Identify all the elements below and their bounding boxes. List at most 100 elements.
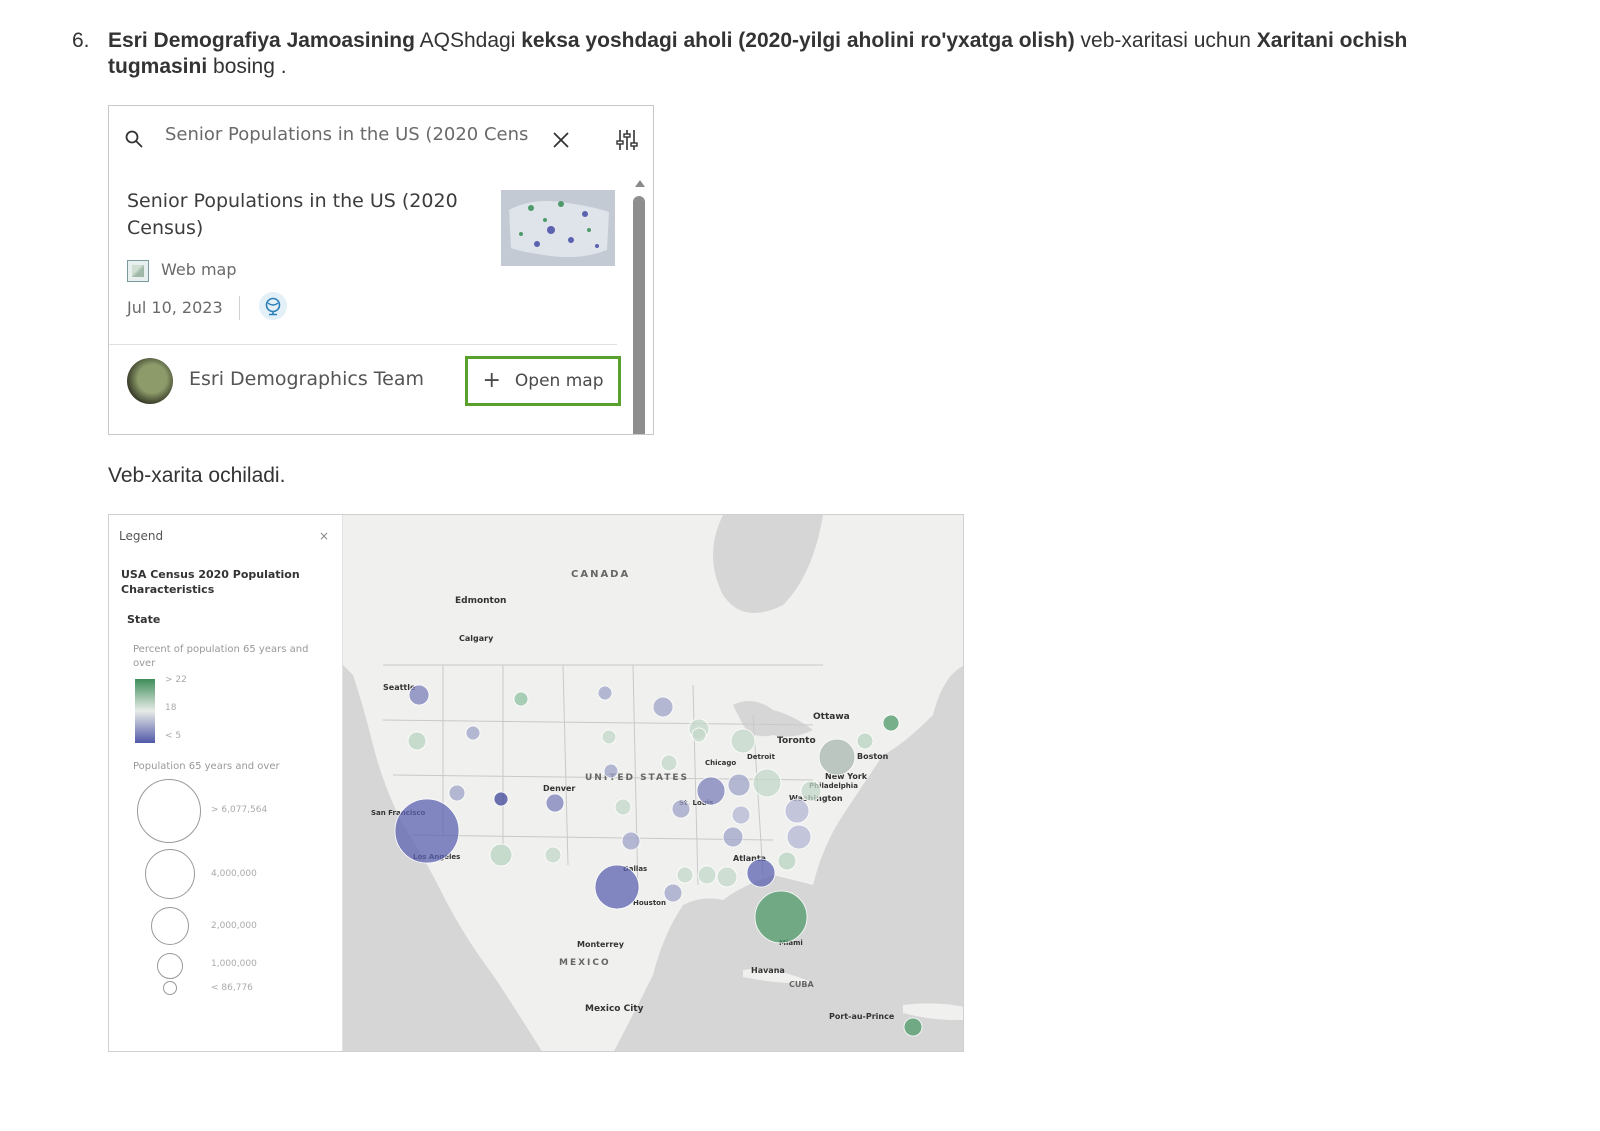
size-stop-1: > 6,077,564 [211,805,268,815]
symbol-california[interactable] [394,798,460,864]
map-canvas[interactable]: CANADA UNITED STATES MEXICO CUBA Edmonto… [343,515,964,1052]
open-map-button-label: Open map [514,371,604,391]
search-result-card[interactable]: Senior Populations in the US (2020 Censu… [109,168,629,434]
label-toronto: Toronto [777,736,816,746]
label-houston: Houston [633,899,666,907]
card-divider [109,344,617,345]
symbol-new-jersey[interactable] [800,780,822,802]
symbol-kansas[interactable] [614,798,632,816]
step-text-bold-1: Esri Demografiya Jamoasining [108,29,415,52]
step-text-2: AQShdagi [414,29,522,52]
search-icon [125,130,143,148]
symbol-texas[interactable] [594,864,640,910]
label-united-states: UNITED STATES [585,773,689,783]
size-stop-3: 2,000,000 [211,921,257,931]
size-circle-4 [157,953,183,979]
symbol-oklahoma[interactable] [621,831,641,851]
symbol-ohio[interactable] [727,773,751,797]
size-stop-4: 1,000,000 [211,959,257,969]
symbol-north-dakota[interactable] [597,685,613,701]
map-view: Legend × USA Census 2020 Population Char… [108,514,964,1052]
symbol-illinois[interactable] [696,776,726,806]
symbol-kentucky[interactable] [731,805,751,825]
symbol-washington-state[interactable] [408,684,430,706]
legend-panel: Legend × USA Census 2020 Population Char… [109,515,343,1051]
color-stop-mid: 18 [165,703,177,713]
symbol-louisiana[interactable] [663,883,683,903]
symbol-michigan-upper[interactable] [691,727,707,743]
caption-text: Veb-xarita ochiladi. [108,464,286,487]
search-bar: Senior Populations in the US (2020 Cens [109,106,653,168]
label-chicago: Chicago [705,759,736,767]
symbol-idaho[interactable] [465,725,481,741]
plus-icon: + [482,368,501,393]
scrollbar[interactable] [633,180,647,434]
open-map-button[interactable]: + Open map [465,356,621,406]
symbol-south-dakota[interactable] [601,729,617,745]
size-stop-5: < 86,776 [211,983,253,993]
symbol-south-carolina[interactable] [777,851,797,871]
symbol-minnesota[interactable] [652,696,674,718]
symbol-puerto-rico[interactable] [903,1017,923,1037]
color-ramp [135,679,155,743]
globe-icon [259,292,287,320]
item-type-label: Web map [161,260,237,279]
symbol-arkansas[interactable] [676,866,694,884]
legend-layer-title: USA Census 2020 Population Characteristi… [121,568,300,596]
label-edmonton: Edmonton [455,596,506,606]
symbol-pennsylvania[interactable] [752,768,782,798]
symbol-montana[interactable] [513,691,529,707]
symbol-missouri[interactable] [671,799,691,819]
label-boston: Boston [857,752,889,761]
symbol-alabama[interactable] [716,866,738,888]
item-date: Jul 10, 2023 [127,298,223,317]
symbol-colorado[interactable] [545,793,565,813]
legend-close-icon[interactable]: × [319,529,329,543]
result-title[interactable]: Senior Populations in the US (2020 Censu… [127,188,467,242]
label-mexico-city: Mexico City [585,1004,644,1014]
color-stop-low: < 5 [165,731,182,741]
symbol-north-carolina[interactable] [786,824,812,850]
step-text-4: veb-xaritasi uchun [1074,29,1257,52]
size-circle-5 [163,981,177,995]
search-input[interactable]: Senior Populations in the US (2020 Cens [165,124,539,152]
avatar [127,358,173,404]
symbol-oregon[interactable] [407,731,427,751]
symbol-michigan[interactable] [730,728,756,754]
legend-sublayer: State [127,613,161,626]
symbol-florida[interactable] [754,890,808,944]
symbol-tennessee[interactable] [722,826,744,848]
scrollbar-thumb[interactable] [633,196,645,434]
close-icon[interactable] [551,130,571,150]
symbol-maine[interactable] [882,714,900,732]
symbol-utah[interactable] [493,791,509,807]
symbol-arizona[interactable] [489,843,513,867]
size-circle-2 [145,849,195,899]
filter-sliders-icon[interactable] [615,128,639,152]
symbol-new-mexico[interactable] [544,846,562,864]
legend-title: Legend [119,529,164,543]
symbol-virginia[interactable] [784,798,810,824]
label-calgary: Calgary [459,634,494,643]
symbol-new-hampshire[interactable] [856,732,874,750]
symbol-new-york[interactable] [818,738,856,776]
symbol-iowa[interactable] [660,754,678,772]
step-number: 6. [72,29,90,52]
step-text-6: bosing . [207,55,287,78]
label-monterrey: Monterrey [577,940,625,949]
scroll-up-arrow-icon[interactable] [635,180,645,187]
size-circle-3 [151,907,189,945]
step-text: Esri Demografiya Jamoasining AQShdagi ke… [108,28,1438,80]
symbol-mississippi[interactable] [697,865,717,885]
label-ottawa: Ottawa [813,712,850,722]
owner-name[interactable]: Esri Demographics Team [189,368,424,390]
symbol-nebraska[interactable] [603,763,619,779]
label-canada: CANADA [571,569,630,580]
result-thumbnail [501,190,615,266]
step-text-bold-3: keksa yoshdagi aholi (2020-yilgi aholini… [521,29,1075,52]
label-denver: Denver [543,784,575,793]
symbol-georgia[interactable] [746,858,776,888]
symbol-nevada[interactable] [448,784,466,802]
label-havana: Havana [751,966,785,975]
label-detroit: Detroit [747,753,776,761]
